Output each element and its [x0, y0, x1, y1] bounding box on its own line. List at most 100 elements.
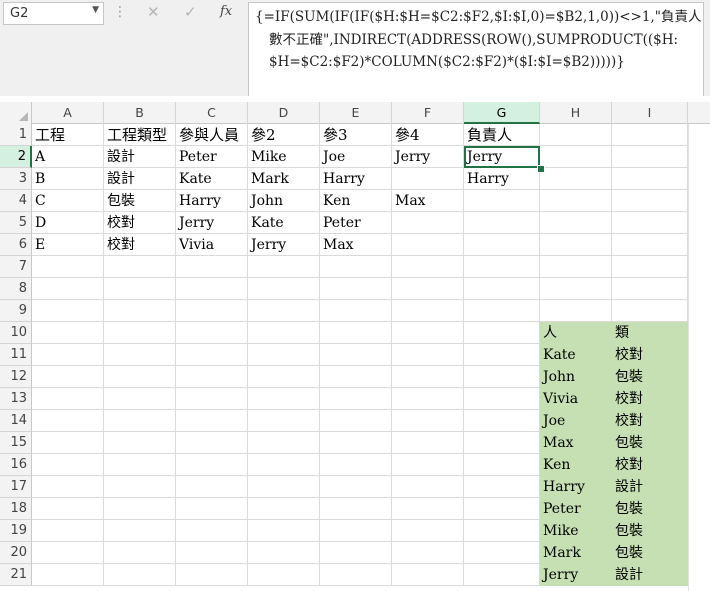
column-header-c[interactable]: C: [176, 102, 248, 124]
vertical-scrollbar[interactable]: [688, 124, 710, 591]
row-header-11[interactable]: 11: [0, 344, 32, 366]
cell-a11[interactable]: [32, 344, 104, 366]
cell-d9[interactable]: [248, 300, 320, 322]
cell-c12[interactable]: [176, 366, 248, 388]
insert-function-icon[interactable]: fx: [220, 4, 232, 19]
cell-b17[interactable]: [104, 476, 176, 498]
cell-f3[interactable]: [392, 168, 464, 190]
row-header-19[interactable]: 19: [0, 520, 32, 542]
cell-d4[interactable]: John: [248, 190, 320, 212]
formula-input[interactable]: {=IF(SUM(IF(IF($H:$H=$C2:$F2,$I:$I,0)=$B…: [248, 2, 704, 96]
cell-h19[interactable]: Mike: [540, 520, 612, 542]
cell-g1[interactable]: 負責人: [464, 124, 540, 146]
cell-c6[interactable]: Vivia: [176, 234, 248, 256]
cell-c14[interactable]: [176, 410, 248, 432]
cell-d17[interactable]: [248, 476, 320, 498]
cell-i11[interactable]: 校對: [612, 344, 688, 366]
cell-g17[interactable]: [464, 476, 540, 498]
cell-b12[interactable]: [104, 366, 176, 388]
cell-c4[interactable]: Harry: [176, 190, 248, 212]
row-header-21[interactable]: 21: [0, 564, 32, 586]
cell-h11[interactable]: Kate: [540, 344, 612, 366]
chevron-down-icon[interactable]: ▼: [92, 5, 99, 15]
cell-i8[interactable]: [612, 278, 688, 300]
row-header-1[interactable]: 1: [0, 124, 32, 146]
cell-h6[interactable]: [540, 234, 612, 256]
cell-c16[interactable]: [176, 454, 248, 476]
row-header-13[interactable]: 13: [0, 388, 32, 410]
cell-a6[interactable]: E: [32, 234, 104, 256]
cell-a9[interactable]: [32, 300, 104, 322]
cell-d6[interactable]: Jerry: [248, 234, 320, 256]
cell-c8[interactable]: [176, 278, 248, 300]
cell-e17[interactable]: [320, 476, 392, 498]
cell-e6[interactable]: Max: [320, 234, 392, 256]
column-header-g[interactable]: G: [464, 102, 540, 124]
cell-d8[interactable]: [248, 278, 320, 300]
cell-d19[interactable]: [248, 520, 320, 542]
cell-d7[interactable]: [248, 256, 320, 278]
cell-d20[interactable]: [248, 542, 320, 564]
cell-a21[interactable]: [32, 564, 104, 586]
cell-b14[interactable]: [104, 410, 176, 432]
column-header-i[interactable]: I: [612, 102, 688, 124]
cell-a5[interactable]: D: [32, 212, 104, 234]
cell-f2[interactable]: Jerry: [392, 146, 464, 168]
select-all-button[interactable]: [0, 102, 32, 124]
cell-i10[interactable]: 類: [612, 322, 688, 344]
cell-a1[interactable]: 工程: [32, 124, 104, 146]
cell-e4[interactable]: Ken: [320, 190, 392, 212]
cell-e21[interactable]: [320, 564, 392, 586]
cell-h3[interactable]: [540, 168, 612, 190]
cell-d15[interactable]: [248, 432, 320, 454]
column-header-h[interactable]: H: [540, 102, 612, 124]
cell-c15[interactable]: [176, 432, 248, 454]
cell-b9[interactable]: [104, 300, 176, 322]
cell-e10[interactable]: [320, 322, 392, 344]
cell-a3[interactable]: B: [32, 168, 104, 190]
cell-e19[interactable]: [320, 520, 392, 542]
cell-i12[interactable]: 包裝: [612, 366, 688, 388]
row-header-4[interactable]: 4: [0, 190, 32, 212]
cell-d5[interactable]: Kate: [248, 212, 320, 234]
cell-e1[interactable]: 參3: [320, 124, 392, 146]
cell-c3[interactable]: Kate: [176, 168, 248, 190]
cell-h1[interactable]: [540, 124, 612, 146]
drag-handle-icon[interactable]: ⋮: [113, 4, 127, 20]
cell-g19[interactable]: [464, 520, 540, 542]
cell-g18[interactable]: [464, 498, 540, 520]
cell-b18[interactable]: [104, 498, 176, 520]
cell-g3[interactable]: Harry: [464, 168, 540, 190]
cell-d21[interactable]: [248, 564, 320, 586]
cell-e5[interactable]: Peter: [320, 212, 392, 234]
cell-c21[interactable]: [176, 564, 248, 586]
cell-e2[interactable]: Joe: [320, 146, 392, 168]
cell-a2[interactable]: A: [32, 146, 104, 168]
cell-h5[interactable]: [540, 212, 612, 234]
cell-e7[interactable]: [320, 256, 392, 278]
cell-f13[interactable]: [392, 388, 464, 410]
cell-a13[interactable]: [32, 388, 104, 410]
column-header-e[interactable]: E: [320, 102, 392, 124]
cell-a4[interactable]: C: [32, 190, 104, 212]
row-header-8[interactable]: 8: [0, 278, 32, 300]
cell-g9[interactable]: [464, 300, 540, 322]
cell-b11[interactable]: [104, 344, 176, 366]
cell-f8[interactable]: [392, 278, 464, 300]
cell-f16[interactable]: [392, 454, 464, 476]
column-header-d[interactable]: D: [248, 102, 320, 124]
cell-d18[interactable]: [248, 498, 320, 520]
cell-b10[interactable]: [104, 322, 176, 344]
row-header-12[interactable]: 12: [0, 366, 32, 388]
cell-i14[interactable]: 校對: [612, 410, 688, 432]
cell-h16[interactable]: Ken: [540, 454, 612, 476]
cell-f11[interactable]: [392, 344, 464, 366]
cell-a18[interactable]: [32, 498, 104, 520]
cell-i2[interactable]: [612, 146, 688, 168]
cell-b4[interactable]: 包裝: [104, 190, 176, 212]
cell-g4[interactable]: [464, 190, 540, 212]
cell-d14[interactable]: [248, 410, 320, 432]
cell-a8[interactable]: [32, 278, 104, 300]
cell-i18[interactable]: 包裝: [612, 498, 688, 520]
row-header-20[interactable]: 20: [0, 542, 32, 564]
